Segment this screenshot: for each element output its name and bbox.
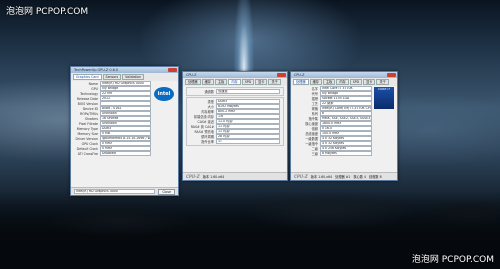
info-label: Driver Version [75, 136, 98, 141]
core-i7-badge: CORE i7 [374, 87, 394, 109]
cpuz-memory-footer: CPU-Z 版本 1.60.x64 [183, 172, 287, 180]
tab-item[interactable]: 缓存 [201, 79, 214, 85]
info-value: 8 MBytes [320, 150, 372, 157]
tab-item[interactable]: SPD [241, 79, 255, 85]
info-label: Pixel Fillrate [78, 121, 98, 126]
tab-graphics-card[interactable]: Graphics Card [73, 74, 102, 80]
tab-validation[interactable]: Validation [122, 74, 144, 80]
close-icon[interactable] [387, 73, 396, 77]
gpuz-title: TechPowerUp GPU-Z 0.6.0 [74, 68, 118, 72]
tab-item[interactable]: 显卡 [255, 79, 268, 85]
tab-item[interactable]: 内存 [336, 79, 349, 85]
tab-item[interactable]: 关于 [376, 79, 389, 85]
gpuz-titlebar[interactable]: TechPowerUp GPU-Z 0.6.0 [71, 67, 178, 73]
info-label: Device ID [82, 106, 98, 111]
info-label: Default Clock [76, 146, 98, 151]
cpuz-version: 版本 1.60.x64 [310, 175, 333, 179]
cpuz-cpu-titlebar[interactable]: CPU-Z [291, 72, 397, 78]
cpuz-brand: CPU-Z [186, 174, 200, 179]
info-row: ATI CrossFire Disabled [71, 150, 154, 157]
processor-select[interactable]: 处理器 #1 [335, 174, 350, 179]
info-label: BIOS Version [77, 101, 98, 106]
tab-sensors[interactable]: Sensors [102, 74, 122, 80]
info-label: GPU [91, 86, 98, 91]
gpuz-footer: Intel(R) HD Graphics 4000 Close [71, 187, 178, 195]
close-icon[interactable] [168, 68, 177, 72]
cpuz-cpu-footer: CPU-Z 版本 1.60.x64 处理器 #1 核心数 4 线程数 8 [291, 172, 397, 180]
close-icon[interactable] [277, 73, 286, 77]
channels-label: 通道数 [204, 90, 214, 94]
info-label: 指令比率 [201, 140, 214, 144]
watermark-bottom-right: 泡泡网 PCPOP.COM [411, 255, 494, 265]
tab-item[interactable]: SPD [349, 79, 363, 85]
intel-logo: intel [154, 87, 174, 101]
info-label: Release Date [76, 96, 98, 101]
info-row: 指令比率 1T [187, 138, 283, 145]
channels-value: 双通道 [216, 88, 280, 95]
cpuz-brand: CPU-Z [294, 174, 308, 179]
info-label: GPU Clock [81, 141, 98, 146]
memory-general-group: 通道数 双通道 [186, 87, 284, 96]
close-button[interactable]: Close [158, 188, 175, 195]
cpuz-memory-window: CPU-Z 处理器 缓存 主板 内存 SPD 显卡 关于 通道数 双通道 类型 DDR3 大小 8… [182, 71, 288, 181]
core-i7-badge-text: CORE i7 [377, 87, 391, 91]
tab-item[interactable]: 显卡 [363, 79, 376, 85]
tab-item[interactable]: 缓存 [309, 79, 322, 85]
cpuz-memory-title: CPU-Z [186, 73, 197, 77]
info-label: Technology [80, 91, 98, 96]
info-label: ATI CrossFire [77, 151, 98, 156]
gpuz-window: TechPowerUp GPU-Z 0.6.0 Graphics Card Se… [70, 66, 179, 196]
cpuz-cpu-title: CPU-Z [294, 73, 305, 77]
info-row: 三级 8 MBytes [291, 150, 375, 157]
memory-timings-group: 类型 DDR3 大小 8192 MBytes 内存频率 800.2 MHz 前端总线:内存 1… [186, 97, 284, 146]
info-label: ROPs/TMUs [79, 111, 98, 116]
gpu-select[interactable]: Intel(R) HD Graphics 4000 [74, 188, 156, 195]
info-label: Shaders [85, 116, 98, 121]
cpuz-version: 版本 1.60.x64 [202, 175, 225, 179]
cpuz-memory-tabs: 处理器 缓存 主板 内存 SPD 显卡 关于 [183, 78, 287, 86]
tab-item[interactable]: 处理器 [185, 79, 201, 85]
core-count: 核心数 4 [353, 175, 367, 179]
info-label: Memory Type [76, 126, 98, 131]
tab-item[interactable]: 内存 [228, 79, 241, 85]
info-label: 三级 [311, 152, 318, 156]
cpuz-cpu-window: CPU-Z 处理器 缓存 主板 内存 SPD 显卡 关于 CORE i7 名字 Intel C… [290, 71, 398, 181]
tab-item[interactable]: 主板 [322, 79, 336, 85]
info-value: 1T [216, 138, 280, 145]
tab-item[interactable]: 主板 [214, 79, 228, 85]
info-label: Name [88, 81, 98, 86]
info-value: Disabled [100, 150, 151, 157]
watermark-top-left: 泡泡网 PCPOP.COM [6, 7, 89, 17]
thread-count: 线程数 8 [369, 175, 382, 179]
tab-item[interactable]: 关于 [268, 79, 281, 85]
tab-item[interactable]: 处理器 [293, 79, 309, 85]
cpuz-memory-titlebar[interactable]: CPU-Z [183, 72, 287, 78]
info-label: Memory Size [77, 131, 98, 136]
channels-row: 通道数 双通道 [187, 88, 283, 95]
